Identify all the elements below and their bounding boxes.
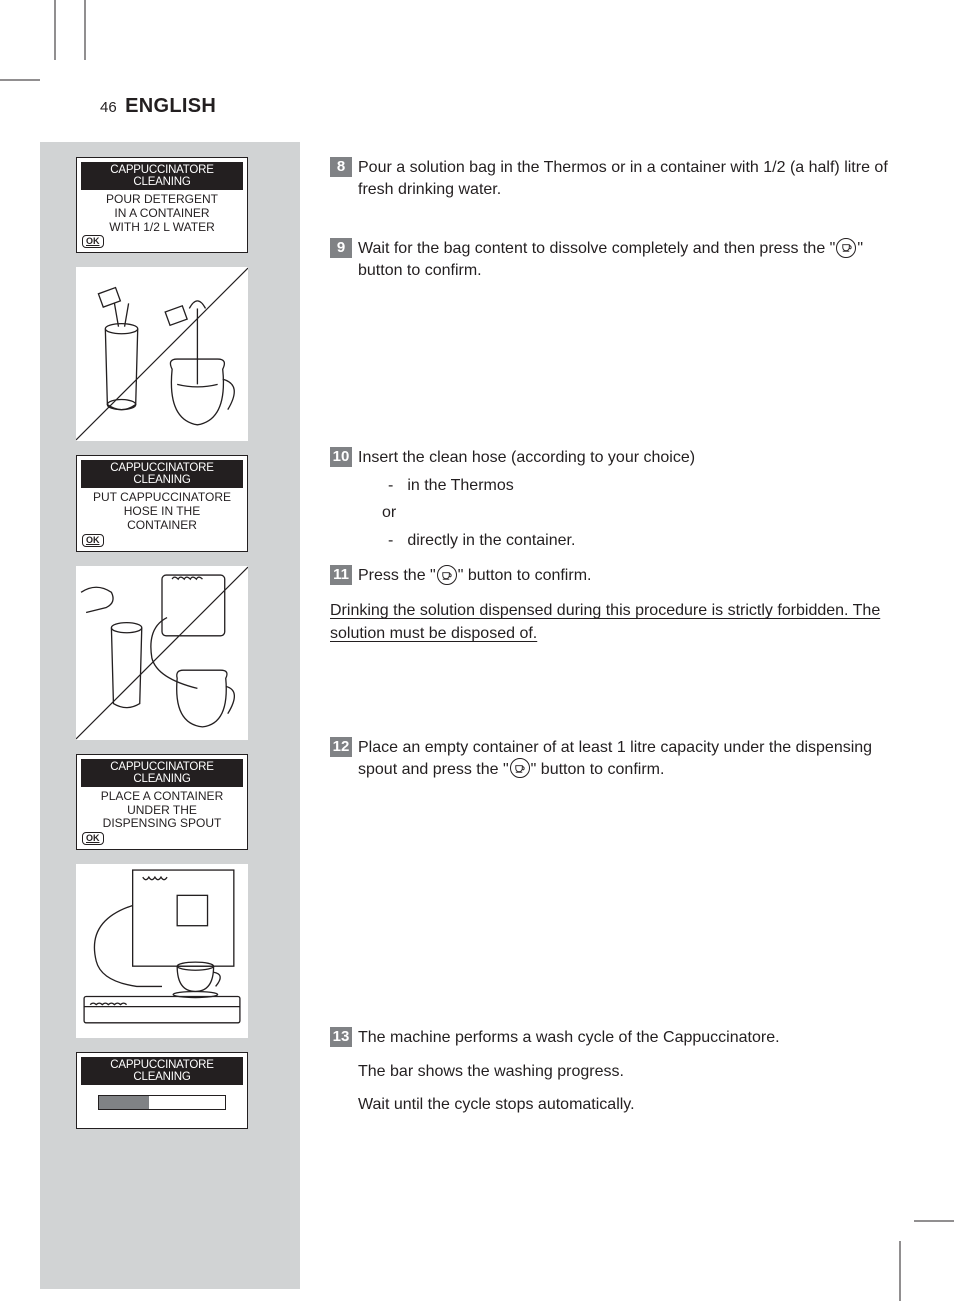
step-text: The machine performs a wash cycle of the… [358, 1027, 780, 1116]
lcd-display-1: CAPPUCCINATORE CLEANING POUR DETERGENT I… [76, 157, 248, 253]
lcd-body: PLACE A CONTAINER UNDER THE DISPENSING S… [81, 790, 243, 845]
step-10: 10 Insert the clean hose (according to y… [330, 447, 910, 557]
cup-ok-icon [836, 238, 856, 258]
step-number: 13 [330, 1027, 352, 1047]
illustration-hose-container [76, 566, 248, 740]
step-text: Press the "" button to confirm. [358, 565, 591, 587]
illustration-pour-detergent [76, 267, 248, 441]
lcd-display-4-progress: CAPPUCCINATORE CLEANING [76, 1052, 248, 1129]
progress-bar-fill [99, 1096, 149, 1109]
step-text: Place an empty container of at least 1 l… [358, 737, 910, 780]
main-column: 8 Pour a solution bag in the Thermos or … [300, 142, 910, 1289]
lcd-body: PUT CAPPUCCINATORE HOSE IN THE CONTAINER [81, 491, 243, 546]
step-number: 9 [330, 238, 352, 258]
step-number: 10 [330, 447, 352, 467]
lcd-title: CAPPUCCINATORE CLEANING [81, 460, 243, 488]
step-8: 8 Pour a solution bag in the Thermos or … [330, 157, 910, 200]
step-12: 12 Place an empty container of at least … [330, 737, 910, 780]
cup-ok-icon [437, 565, 457, 585]
step-11: 11 Press the "" button to confirm. [330, 565, 910, 587]
page-header: 46 ENGLISH [100, 95, 910, 118]
page-number: 46 [100, 99, 117, 116]
step-number: 12 [330, 737, 352, 757]
step-9: 9 Wait for the bag content to dissolve c… [330, 238, 910, 281]
lcd-body: POUR DETERGENT IN A CONTAINER WITH 1/2 L… [81, 193, 243, 248]
lcd-display-3: CAPPUCCINATORE CLEANING PLACE A CONTAINE… [76, 754, 248, 850]
language-label: ENGLISH [125, 95, 216, 117]
ok-icon: OK [82, 235, 104, 248]
step-text: Pour a solution bag in the Thermos or in… [358, 157, 910, 200]
step-text: Insert the clean hose (according to your… [358, 447, 695, 557]
lcd-display-2: CAPPUCCINATORE CLEANING PUT CAPPUCCINATO… [76, 455, 248, 551]
step-text: Wait for the bag content to dissolve com… [358, 238, 910, 281]
lcd-title: CAPPUCCINATORE CLEANING [81, 759, 243, 787]
crop-marks-top-left [0, 0, 100, 100]
warning-text: Drinking the solution dispensed during t… [330, 599, 910, 645]
sidebar-column: CAPPUCCINATORE CLEANING POUR DETERGENT I… [40, 142, 300, 1289]
step-13: 13 The machine performs a wash cycle of … [330, 1027, 910, 1116]
progress-bar [98, 1095, 226, 1110]
step-number: 11 [330, 565, 352, 585]
lcd-title: CAPPUCCINATORE CLEANING [81, 1057, 243, 1085]
lcd-title: CAPPUCCINATORE CLEANING [81, 162, 243, 190]
illustration-container-under-spout [76, 864, 248, 1038]
step-number: 8 [330, 157, 352, 177]
ok-icon: OK [82, 832, 104, 845]
cup-ok-icon [510, 758, 530, 778]
ok-icon: OK [82, 534, 104, 547]
